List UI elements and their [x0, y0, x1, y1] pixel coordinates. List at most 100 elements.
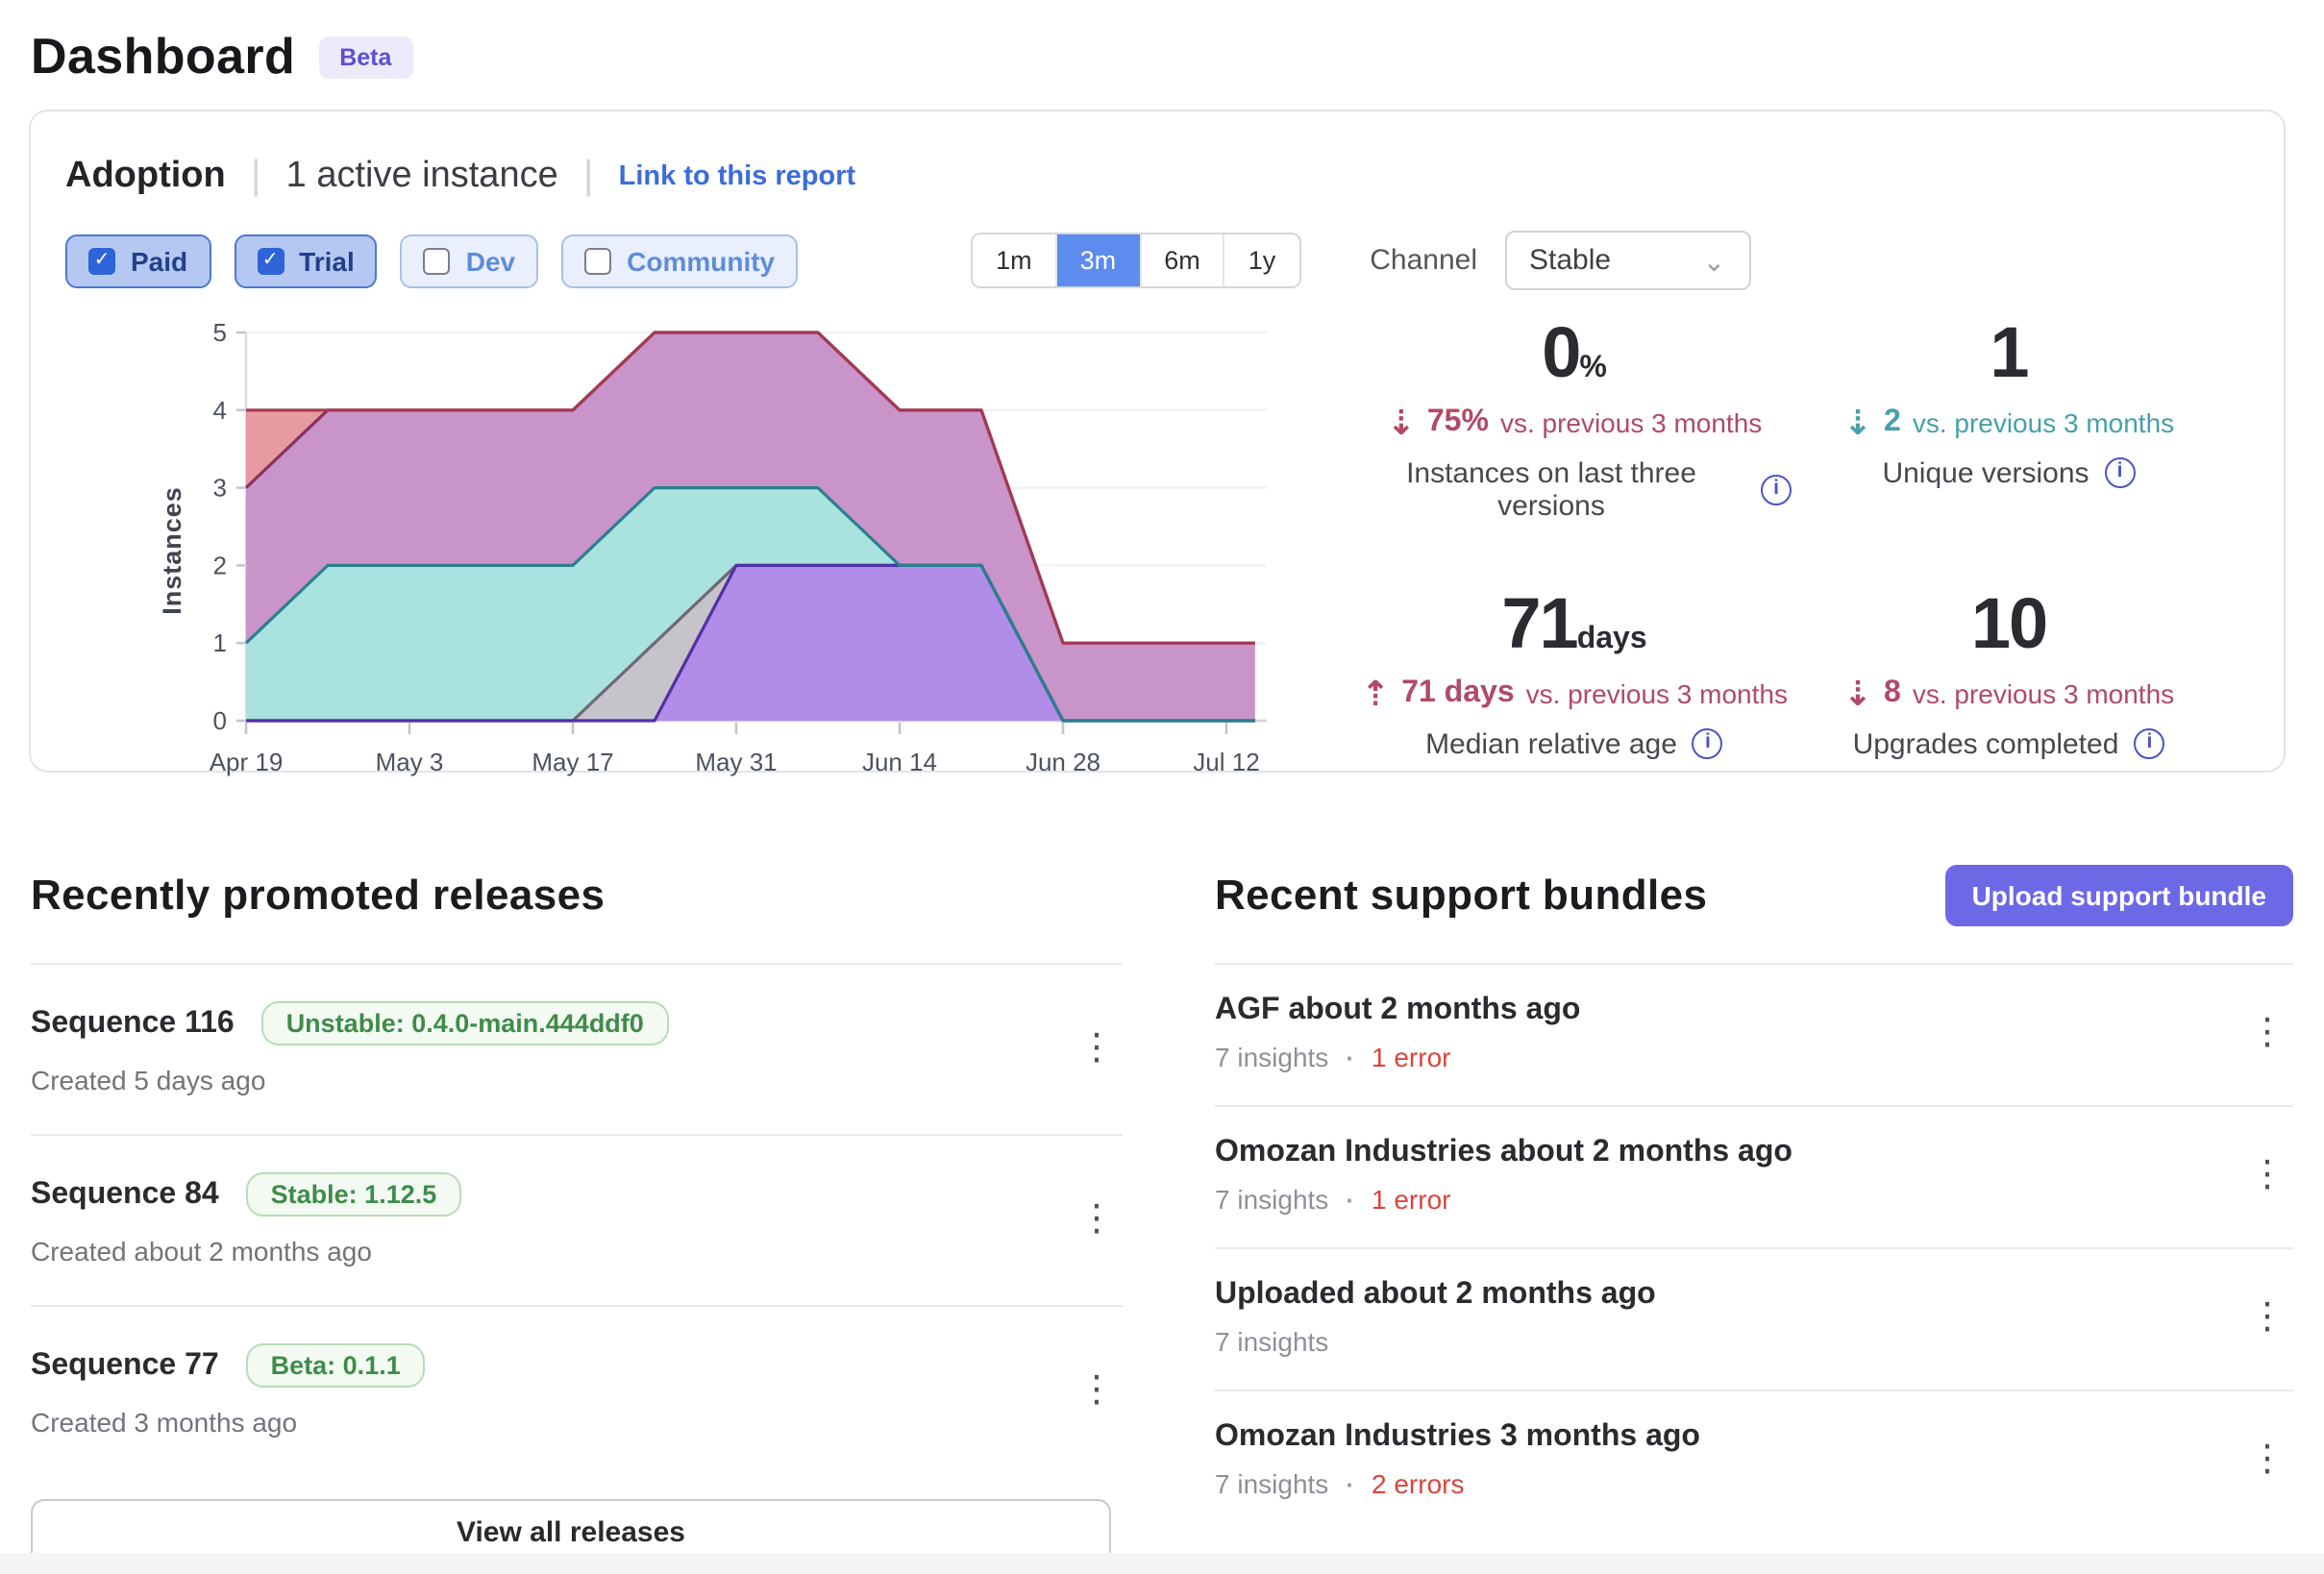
stat-instances-last-versions: 0% ⇣ 75% vs. previous 3 months Instances…: [1357, 317, 1792, 523]
dot-separator: ·: [1346, 1469, 1354, 1498]
time-range-1m[interactable]: 1m: [973, 234, 1055, 286]
stat-value: 71: [1501, 584, 1576, 663]
divider: |: [251, 154, 261, 200]
release-created: Created 5 days ago: [31, 1065, 1071, 1095]
upload-support-bundle-button[interactable]: Upload support bundle: [1945, 864, 2293, 925]
kebab-menu-icon[interactable]: ⋮: [2241, 1015, 2293, 1051]
arrow-up-icon: ⇡: [1361, 676, 1390, 710]
channel-selected-value: Stable: [1529, 244, 1611, 277]
bundle-item: Omozan Industries about 2 months ago 7 i…: [1215, 1105, 2293, 1247]
stat-unit: %: [1579, 352, 1606, 384]
dot-separator: ·: [1346, 1185, 1354, 1214]
svg-text:0: 0: [213, 706, 227, 735]
release-channel-badge: Stable: 1.12.5: [246, 1172, 462, 1217]
svg-text:Jun 14: Jun 14: [862, 748, 937, 776]
stat-unit: days: [1577, 623, 1647, 655]
time-range-1y[interactable]: 1y: [1224, 234, 1299, 286]
kebab-menu-icon[interactable]: ⋮: [1071, 1030, 1123, 1067]
beta-badge: Beta: [318, 36, 412, 78]
delta-value: 2: [1884, 406, 1901, 440]
dashboard-page: Dashboard Beta Adoption | 1 active insta…: [0, 0, 2324, 1574]
svg-text:3: 3: [213, 474, 227, 503]
stat-value: 10: [1971, 584, 2046, 663]
release-item: Sequence 84 Stable: 1.12.5 Created about…: [31, 1134, 1123, 1305]
release-item: Sequence 77 Beta: 0.1.1 Created 3 months…: [31, 1305, 1123, 1476]
info-icon[interactable]: i: [2105, 458, 2136, 489]
filter-label: Paid: [131, 245, 187, 276]
stat-label: Median relative age: [1425, 727, 1677, 760]
bundles-heading: Recent support bundles: [1215, 870, 1707, 920]
stat-unique-versions: 1 ⇣ 2 vs. previous 3 months Unique versi…: [1792, 317, 2226, 523]
bundle-errors: 2 errors: [1372, 1468, 1464, 1499]
channel-label: Channel: [1370, 244, 1477, 277]
release-item: Sequence 116 Unstable: 0.4.0-main.444ddf…: [31, 963, 1123, 1134]
filter-dev-checkbox[interactable]: Dev: [401, 234, 538, 287]
release-title: Sequence 84: [31, 1177, 219, 1212]
bundle-title: Omozan Industries 3 months ago: [1215, 1420, 2241, 1455]
checkbox-unchecked-icon: [584, 247, 611, 274]
adoption-stats-grid: 0% ⇣ 75% vs. previous 3 months Instances…: [1357, 317, 2284, 786]
stat-label: Unique versions: [1882, 457, 2089, 490]
filter-paid-checkbox[interactable]: ✓ Paid: [65, 234, 210, 287]
release-channel-badge: Beta: 0.1.1: [246, 1343, 426, 1388]
link-to-report[interactable]: Link to this report: [619, 161, 856, 192]
kebab-menu-icon[interactable]: ⋮: [2241, 1157, 2293, 1193]
stat-value: 0: [1542, 313, 1579, 392]
delta-suffix: vs. previous 3 months: [1913, 407, 2174, 438]
svg-text:5: 5: [213, 318, 227, 347]
arrow-down-icon: ⇣: [1843, 406, 1872, 440]
checkbox-checked-icon: ✓: [257, 247, 284, 274]
support-bundles-section: Recent support bundles Upload support bu…: [1215, 869, 2293, 1566]
svg-text:Jun 28: Jun 28: [1026, 748, 1100, 776]
release-title: Sequence 77: [31, 1348, 219, 1383]
arrow-down-icon: ⇣: [1387, 406, 1416, 440]
kebab-menu-icon[interactable]: ⋮: [1071, 1201, 1123, 1238]
release-title: Sequence 116: [31, 1006, 235, 1041]
divider: |: [583, 154, 594, 200]
adoption-chart: Instances 012345Apr 19May 3May 17May 31J…: [65, 309, 1357, 786]
adoption-area-chart: 012345Apr 19May 3May 17May 31Jun 14Jun 2…: [204, 313, 1315, 782]
adoption-card-header: Adoption | 1 active instance | Link to t…: [65, 154, 2284, 200]
stat-median-relative-age: 71days ⇡ 71 days vs. previous 3 months M…: [1357, 588, 1792, 761]
release-created: Created 3 months ago: [31, 1407, 1071, 1438]
filter-trial-checkbox[interactable]: ✓ Trial: [234, 234, 378, 287]
page-bottom-strip: [0, 1553, 2324, 1574]
checkbox-unchecked-icon: [424, 247, 451, 274]
delta-value: 71 days: [1401, 676, 1514, 710]
releases-heading: Recently promoted releases: [31, 870, 605, 920]
info-icon[interactable]: i: [1693, 728, 1723, 759]
info-icon[interactable]: i: [2134, 728, 2164, 759]
releases-section: Recently promoted releases Sequence 116 …: [31, 869, 1123, 1566]
bundle-item: AGF about 2 months ago 7 insights · 1 er…: [1215, 963, 2293, 1105]
active-instances-count: 1 active instance: [286, 156, 558, 198]
bundle-insights: 7 insights: [1215, 1184, 1328, 1215]
svg-text:Apr 19: Apr 19: [210, 748, 284, 776]
lower-columns: Recently promoted releases Sequence 116 …: [31, 869, 2293, 1566]
bundle-errors: 1 error: [1372, 1184, 1450, 1215]
delta-value: 8: [1884, 676, 1901, 710]
filter-label: Community: [627, 245, 775, 276]
svg-text:4: 4: [213, 396, 227, 425]
kebab-menu-icon[interactable]: ⋮: [1071, 1372, 1123, 1409]
time-range-6m[interactable]: 6m: [1139, 234, 1224, 286]
bundle-title: AGF about 2 months ago: [1215, 994, 2241, 1028]
channel-select[interactable]: Stable ⌄: [1504, 231, 1750, 290]
bundle-insights: 7 insights: [1215, 1326, 1328, 1357]
bundle-insights: 7 insights: [1215, 1042, 1328, 1072]
channel-group: Channel Stable ⌄: [1370, 231, 1750, 290]
svg-text:May 17: May 17: [532, 748, 613, 776]
info-icon[interactable]: i: [1761, 475, 1792, 505]
kebab-menu-icon[interactable]: ⋮: [2241, 1299, 2293, 1336]
bundle-title: Omozan Industries about 2 months ago: [1215, 1136, 2241, 1170]
adoption-card: Adoption | 1 active instance | Link to t…: [29, 110, 2286, 773]
bundle-errors: 1 error: [1372, 1042, 1450, 1072]
page-title: Dashboard: [31, 27, 295, 86]
kebab-menu-icon[interactable]: ⋮: [2241, 1441, 2293, 1478]
time-range-3m[interactable]: 3m: [1055, 234, 1140, 286]
filter-community-checkbox[interactable]: Community: [561, 234, 798, 287]
bundle-item: Uploaded about 2 months ago 7 insights ⋮: [1215, 1247, 2293, 1390]
release-created: Created about 2 months ago: [31, 1236, 1071, 1267]
dot-separator: ·: [1346, 1043, 1354, 1071]
arrow-down-icon: ⇣: [1843, 676, 1872, 710]
stat-label: Instances on last three versions: [1357, 457, 1745, 523]
